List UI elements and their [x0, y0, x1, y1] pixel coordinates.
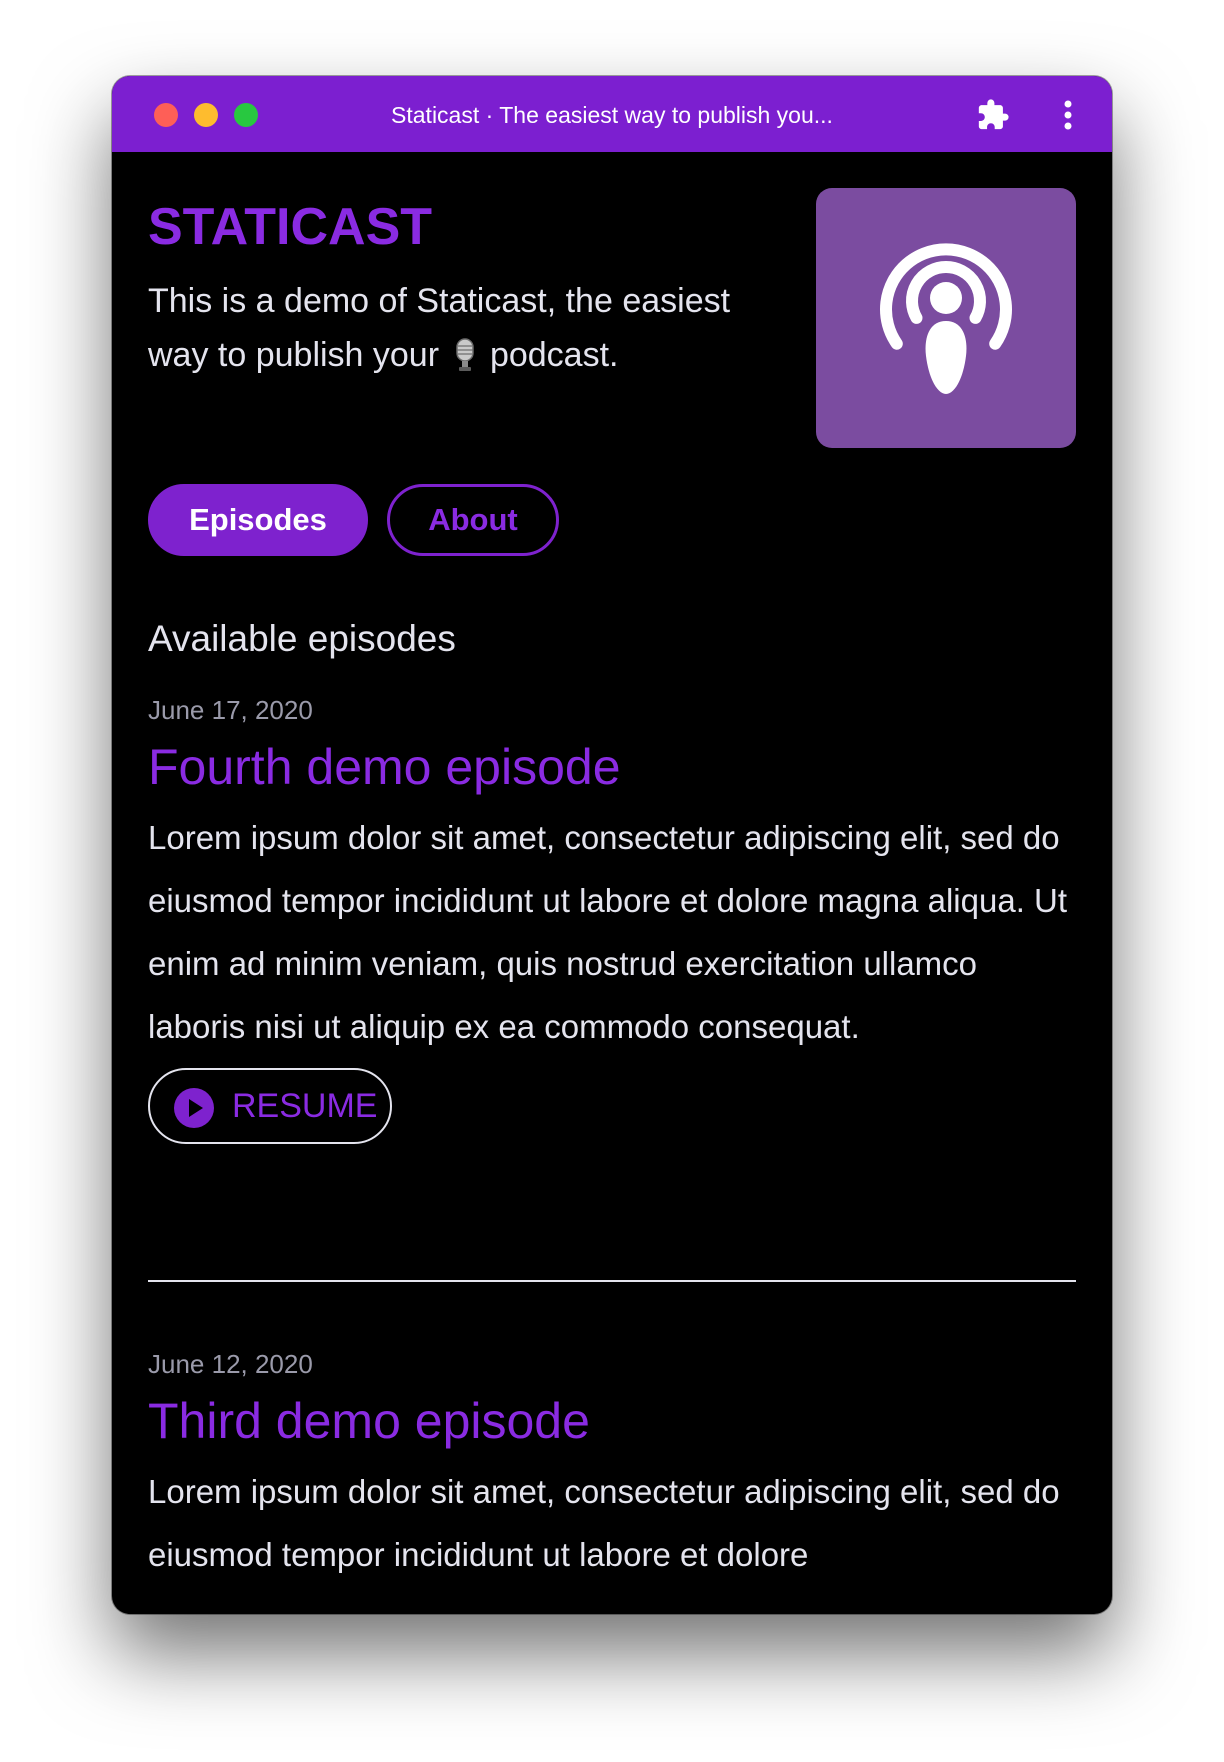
site-tagline: This is a demo of Staticast, the easiest…: [148, 274, 778, 382]
episode-item: June 17, 2020 Fourth demo episode Lorem …: [148, 692, 1078, 1144]
resume-label: RESUME: [232, 1087, 378, 1125]
tagline-end-text: podcast.: [489, 336, 619, 374]
microphone-icon: [455, 338, 474, 371]
tagline-text: This is a demo of Staticast, the easiest…: [148, 282, 731, 374]
close-window-button[interactable]: [154, 103, 178, 127]
resume-button[interactable]: RESUME: [148, 1068, 392, 1144]
episode-date: June 17, 2020: [148, 695, 313, 725]
site-title[interactable]: STATICAST: [148, 192, 432, 262]
episode-item: June 12, 2020 Third demo episode Lorem i…: [148, 1346, 1078, 1586]
episodes-nav-button[interactable]: Episodes: [148, 484, 368, 556]
minimize-window-button[interactable]: [194, 103, 218, 127]
podcast-cover-art: [816, 188, 1076, 448]
maximize-window-button[interactable]: [234, 103, 258, 127]
puzzle-piece-icon[interactable]: [976, 98, 1010, 132]
episode-title-link[interactable]: Third demo episode: [148, 1386, 1078, 1456]
episode-title-link[interactable]: Fourth demo episode: [148, 732, 1078, 802]
podcast-icon: [880, 243, 1012, 394]
vertical-ellipsis-icon[interactable]: [1062, 98, 1074, 132]
about-nav-button[interactable]: About: [387, 484, 559, 556]
play-circle-icon: [174, 1088, 214, 1128]
episodes-heading: Available episodes: [148, 618, 456, 659]
page-content: STATICAST This is a demo of Staticast, t…: [112, 152, 1112, 1614]
browser-window: Staticast · The easiest way to publish y…: [112, 76, 1112, 1614]
episode-divider: [148, 1280, 1076, 1282]
episode-date: June 12, 2020: [148, 1349, 313, 1379]
title-bar: Staticast · The easiest way to publish y…: [112, 76, 1112, 152]
episode-description: Lorem ipsum dolor sit amet, consectetur …: [148, 819, 1068, 1045]
tab-title: Staticast · The easiest way to publish y…: [391, 102, 833, 128]
episode-description: Lorem ipsum dolor sit amet, consectetur …: [148, 1473, 1060, 1573]
